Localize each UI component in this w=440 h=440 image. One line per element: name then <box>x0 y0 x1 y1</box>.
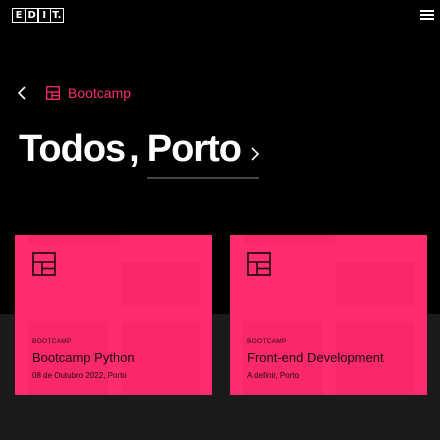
page-title: Todos , Porto <box>19 128 259 179</box>
grid-layout-icon <box>247 252 271 276</box>
card-title: Bootcamp Python <box>32 350 135 365</box>
grid-layout-icon <box>46 86 60 100</box>
card-meta: 08 de Outubro 2022, Porto <box>32 371 127 380</box>
card-tag: BOOTCAMP <box>32 338 72 345</box>
course-card[interactable]: BOOTCAMP Front-end Development A definir… <box>230 235 427 395</box>
edit-logo[interactable]: E D I T. <box>12 8 64 23</box>
card-title: Front-end Development <box>247 350 384 365</box>
chevron-right-icon <box>251 147 259 161</box>
title-comma: , <box>129 128 140 170</box>
location-selector[interactable]: Porto <box>146 128 259 179</box>
course-card[interactable]: BOOTCAMP Bootcamp Python 08 de Outubro 2… <box>15 235 212 395</box>
chevron-left-icon[interactable] <box>18 84 30 102</box>
location-label: Porto <box>146 128 242 170</box>
grid-layout-icon <box>32 252 56 276</box>
card-tag: BOOTCAMP <box>247 338 287 345</box>
logo-letter: T. <box>49 8 64 23</box>
breadcrumb: Bootcamp <box>18 84 131 102</box>
card-meta: A definir, Porto <box>247 371 300 380</box>
hamburger-icon[interactable] <box>420 10 434 20</box>
title-prefix: Todos <box>19 128 126 170</box>
breadcrumb-label[interactable]: Bootcamp <box>68 85 131 101</box>
